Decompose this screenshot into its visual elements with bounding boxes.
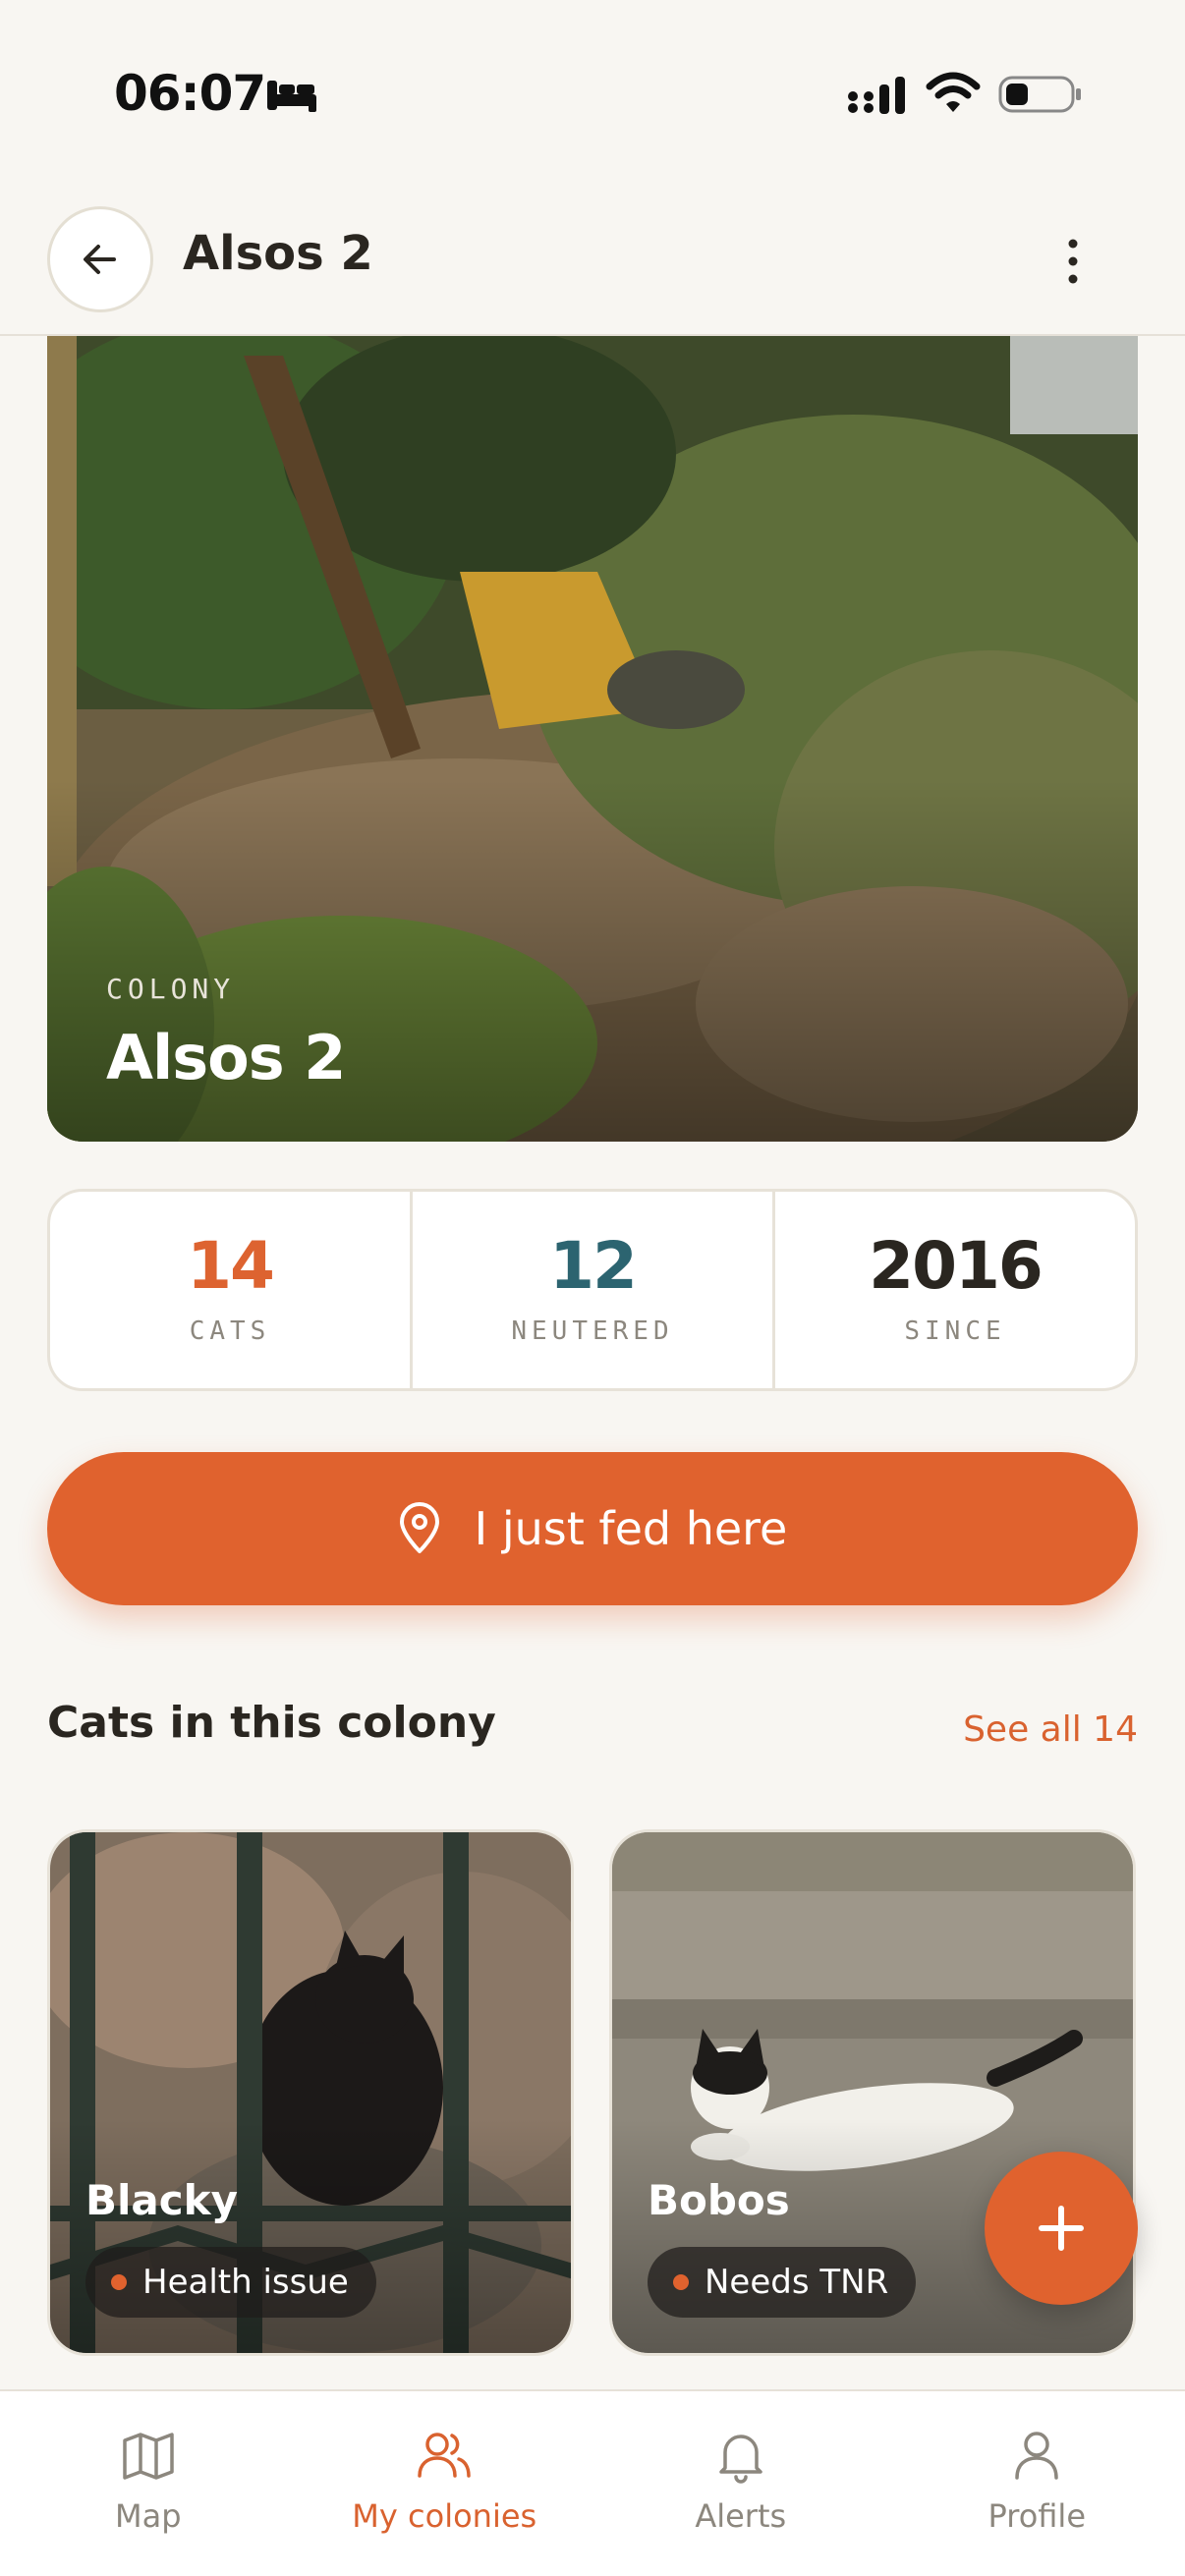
just-fed-label: I just fed here — [474, 1502, 788, 1555]
status-time: 06:07 — [114, 65, 266, 122]
arrow-left-icon — [84, 245, 116, 274]
hero-title: Alsos 2 — [106, 1022, 346, 1093]
colony-stats: 14 CATS 12 NEUTERED 2016 SINCE — [47, 1189, 1138, 1391]
stat-value: 14 — [187, 1228, 275, 1304]
nav-label: Map — [114, 2497, 182, 2535]
map-pin-icon — [399, 1502, 439, 1553]
hero-gradient — [47, 336, 1138, 1142]
hero-kicker: COLONY — [106, 973, 236, 1005]
cat-status-badge: Health issue — [85, 2247, 376, 2318]
stat-neutered: 12 NEUTERED — [413, 1192, 775, 1388]
cat-card-blacky[interactable]: Blacky Health issue — [47, 1829, 574, 2356]
more-vertical-icon — [1068, 239, 1078, 284]
nav-label: Alerts — [695, 2497, 787, 2535]
cat-name: Blacky — [85, 2176, 238, 2224]
cat-name: Bobos — [648, 2176, 790, 2224]
users-icon — [418, 2433, 471, 2478]
stat-value: 12 — [549, 1228, 638, 1304]
battery-icon — [998, 76, 1081, 113]
status-dot — [673, 2274, 689, 2290]
stat-label: SINCE — [904, 1316, 1006, 1346]
see-all-link[interactable]: See all 14 — [963, 1709, 1138, 1750]
nav-item-my-colonies[interactable]: My colonies — [297, 2391, 593, 2576]
cat-status-label: Needs TNR — [705, 2263, 889, 2302]
page-title: Alsos 2 — [183, 226, 373, 281]
nav-item-alerts[interactable]: Alerts — [592, 2391, 889, 2576]
nav-label: Profile — [988, 2497, 1087, 2535]
sleep-mode-icon — [267, 81, 316, 112]
bottom-nav: Map My colonies Alerts Profile — [0, 2389, 1185, 2576]
wifi-icon — [926, 72, 981, 112]
user-icon — [1015, 2432, 1058, 2480]
stat-since: 2016 SINCE — [775, 1192, 1135, 1388]
map-icon — [123, 2433, 174, 2480]
plus-icon — [1039, 2206, 1084, 2251]
app-header: Alsos 2 — [0, 187, 1185, 336]
cellular-signal-icon — [848, 77, 905, 114]
nav-item-profile[interactable]: Profile — [889, 2391, 1185, 2576]
status-dot — [111, 2274, 127, 2290]
cat-status-label: Health issue — [142, 2263, 349, 2302]
more-options-button[interactable] — [1045, 226, 1100, 297]
nav-label: My colonies — [352, 2497, 537, 2535]
stat-cats: 14 CATS — [50, 1192, 413, 1388]
stat-value: 2016 — [869, 1228, 1044, 1304]
back-button[interactable] — [47, 206, 153, 312]
status-bar: 06:07 — [0, 0, 1185, 187]
cat-status-badge: Needs TNR — [648, 2247, 917, 2318]
just-fed-button[interactable]: I just fed here — [47, 1452, 1138, 1605]
stat-label: NEUTERED — [511, 1316, 674, 1346]
bell-icon — [719, 2435, 762, 2484]
nav-item-map[interactable]: Map — [0, 2391, 297, 2576]
stat-label: CATS — [189, 1316, 271, 1346]
colony-hero: COLONY Alsos 2 — [47, 336, 1138, 1142]
section-title: Cats in this colony — [47, 1698, 496, 1748]
add-cat-button[interactable] — [985, 2152, 1138, 2305]
